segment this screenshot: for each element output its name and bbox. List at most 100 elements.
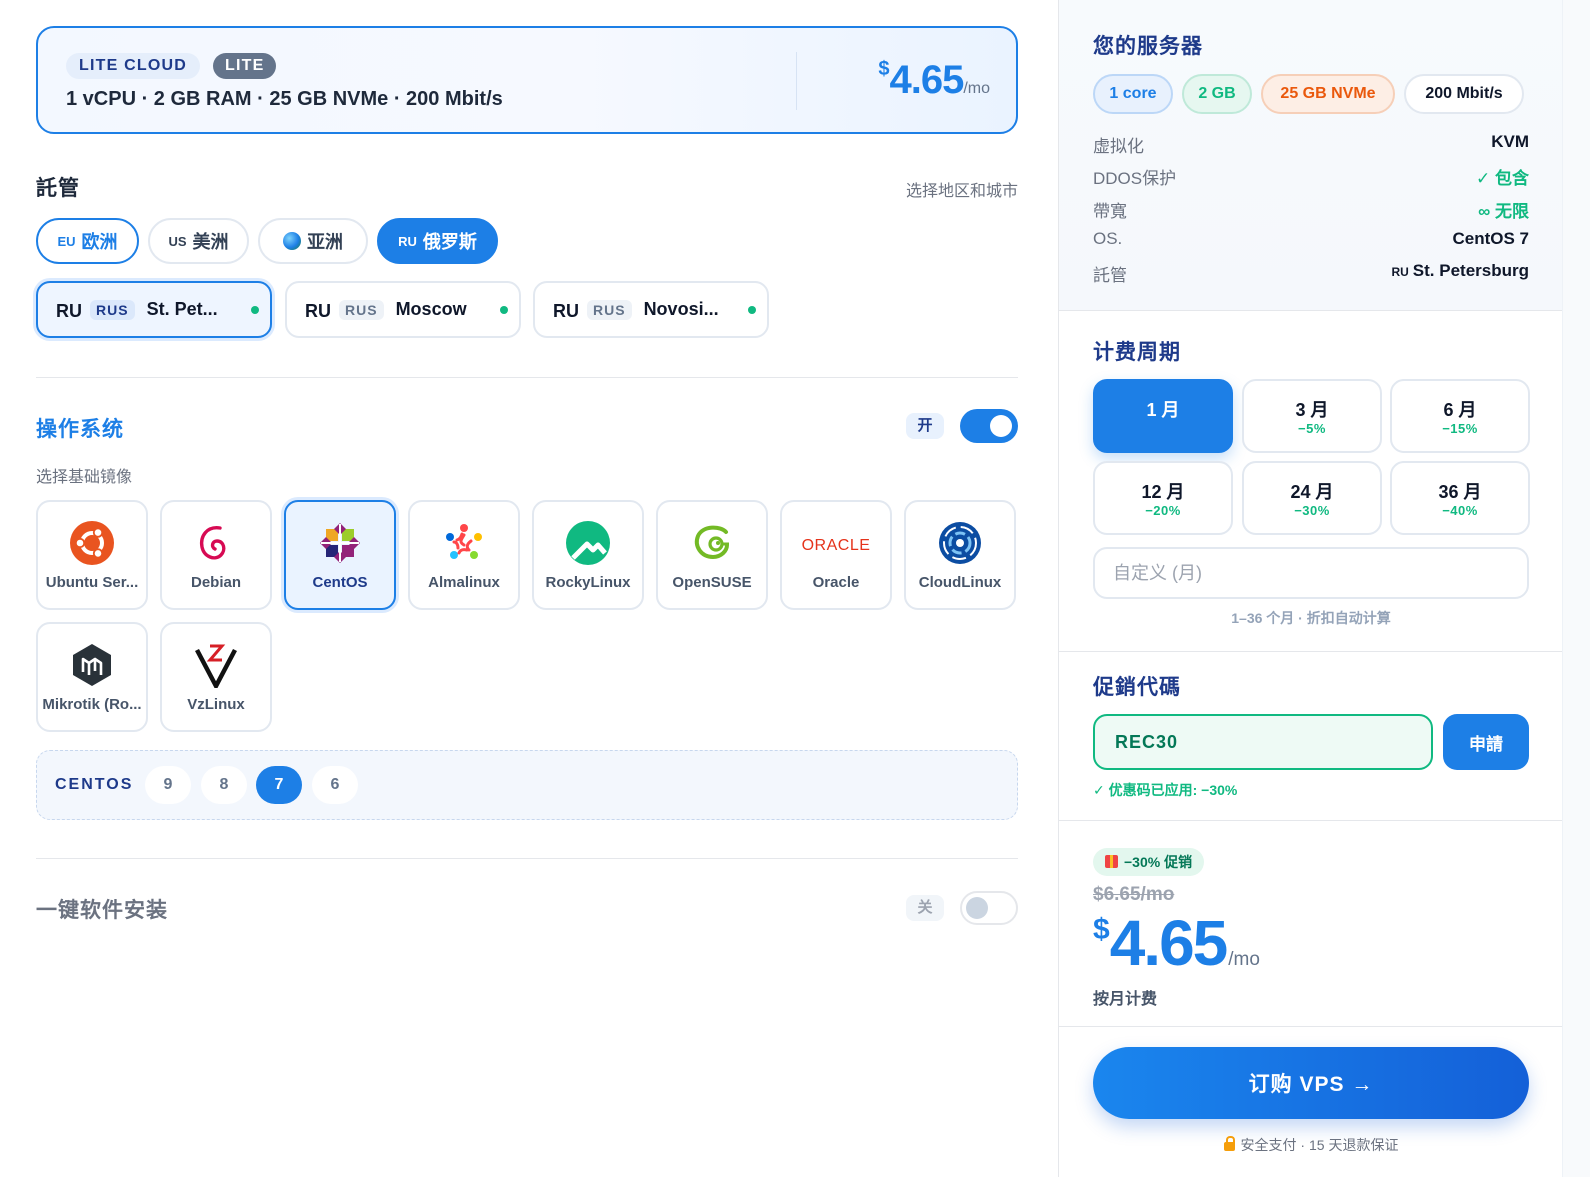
- total-price-amount: 4.65: [1109, 907, 1229, 979]
- os-card-debian[interactable]: Debian: [160, 500, 272, 610]
- term-option-12m[interactable]: 12 月 −20%: [1093, 461, 1233, 535]
- term-option-6m[interactable]: 6 月 −15%: [1390, 379, 1530, 453]
- term-months: 12 月: [1141, 482, 1185, 502]
- term-option-24m[interactable]: 24 月 −30%: [1242, 461, 1382, 535]
- spec-value: ∞ 无限: [1478, 202, 1529, 221]
- term-note: 1–36 个月 · 折扣自动计算: [1231, 610, 1391, 626]
- region-label-us: 美洲: [192, 232, 229, 252]
- city-card-moscow[interactable]: RU RUS Moscow: [285, 281, 521, 338]
- version-chip-9[interactable]: 9: [145, 766, 191, 804]
- term-months: 36 月: [1438, 482, 1482, 502]
- rockylinux-icon: [566, 521, 610, 565]
- almalinux-icon: [446, 524, 482, 559]
- city-badge: RUS: [587, 299, 632, 320]
- region-code-ru: RU: [398, 233, 417, 249]
- section-divider: [36, 858, 1018, 859]
- hosting-hint: 选择地区和城市: [905, 183, 1018, 200]
- version-chip-7[interactable]: 7: [256, 766, 302, 804]
- term-option-1m[interactable]: 1 月: [1093, 379, 1233, 453]
- cloudlinux-icon: [939, 522, 981, 564]
- os-card-cloudlinux[interactable]: CloudLinux: [904, 500, 1016, 610]
- billing-note: 按月计费: [1093, 991, 1158, 1008]
- apply-promo-button[interactable]: 申請: [1443, 714, 1529, 770]
- lock-icon: [1223, 1136, 1235, 1151]
- plan-price: $4.65/mo: [878, 58, 990, 103]
- city-country-code: RU: [305, 301, 331, 321]
- city-card-novosibirsk[interactable]: RU RUS Novosi...: [533, 281, 769, 338]
- spec-row-virtualization: 虚拟化 KVM: [1093, 132, 1529, 156]
- os-label: OpenSUSE: [672, 574, 752, 591]
- term-option-3m[interactable]: 3 月 −5%: [1242, 379, 1382, 453]
- version-chip-8[interactable]: 8: [201, 766, 247, 804]
- city-badge: RUS: [90, 299, 135, 320]
- term-option-36m[interactable]: 36 月 −40%: [1390, 461, 1530, 535]
- os-label: Debian: [190, 574, 241, 591]
- os-card-opensuse[interactable]: OpenSUSE: [656, 500, 768, 610]
- old-price: $6.65/mo: [1093, 884, 1175, 905]
- os-card-mikrotik[interactable]: Mikrotik (Ro...: [36, 622, 148, 732]
- custom-term-input[interactable]: [1093, 547, 1529, 599]
- os-label: Mikrotik (Ro...: [42, 696, 142, 713]
- region-code-eu: EU: [57, 233, 76, 249]
- promo-title: 促銷代碼: [1093, 676, 1181, 699]
- os-label: Almalinux: [428, 574, 500, 591]
- term-discount: −5%: [1298, 421, 1326, 436]
- mikrotik-icon: [73, 644, 111, 686]
- os-toggle[interactable]: [960, 409, 1018, 443]
- software-toggle-label: 关: [906, 895, 944, 921]
- promo-code-input[interactable]: [1093, 714, 1433, 770]
- plan-price-period: /mo: [963, 80, 990, 97]
- discount-badge-label: −30% 促销: [1124, 854, 1193, 870]
- spec-chip-bandwidth: 200 Mbit/s: [1404, 74, 1524, 114]
- city-name: Novosi...: [643, 299, 719, 319]
- spec-chip-cpu: 1 core: [1093, 74, 1173, 114]
- region-tab-us[interactable]: US 美洲: [148, 218, 249, 264]
- term-months: 6 月: [1443, 400, 1477, 420]
- os-card-vzlinux[interactable]: VzLinux: [160, 622, 272, 732]
- city-card-st-petersburg[interactable]: RU RUS St. Pet...: [36, 281, 272, 338]
- opensuse-icon: [694, 525, 729, 560]
- plan-divider: [796, 52, 797, 110]
- summary-title: 您的服务器: [1093, 35, 1203, 58]
- scrollbar-track[interactable]: [1562, 0, 1590, 1177]
- os-label: CentOS: [312, 574, 368, 591]
- spec-row-ddos: DDOS保护 ✓ 包含: [1093, 164, 1529, 188]
- os-card-centos[interactable]: CentOS: [284, 500, 396, 610]
- spec-chip-ram: 2 GB: [1182, 74, 1252, 114]
- os-card-rockylinux[interactable]: RockyLinux: [532, 500, 644, 610]
- version-chip-6[interactable]: 6: [312, 766, 358, 804]
- spec-value: CentOS 7: [1452, 229, 1529, 248]
- order-vps-button[interactable]: 订购 VPS →: [1093, 1047, 1529, 1119]
- toggle-knob: [966, 897, 988, 919]
- os-card-oracle[interactable]: ORACLE Oracle: [780, 500, 892, 610]
- region-tab-asia[interactable]: 亚洲: [258, 218, 368, 264]
- section-divider: [1059, 651, 1563, 652]
- city-badge: RUS: [339, 299, 384, 320]
- version-selector: CENTOS 9 8 7 6: [36, 750, 1018, 820]
- os-card-ubuntu[interactable]: Ubuntu Ser...: [36, 500, 148, 610]
- region-label-asia: 亚洲: [307, 232, 343, 252]
- debian-icon: [199, 526, 226, 560]
- section-divider: [36, 377, 1018, 378]
- os-card-almalinux[interactable]: Almalinux: [408, 500, 520, 610]
- city-country-code: RU: [56, 301, 82, 321]
- term-months: 24 月: [1290, 482, 1334, 502]
- spec-value-wrap: RU St. Petersburg: [1391, 261, 1529, 281]
- toggle-knob: [990, 415, 1012, 437]
- online-status-dot: [747, 305, 756, 314]
- region-label-eu: 欧洲: [81, 232, 118, 252]
- region-tab-ru[interactable]: RU 俄罗斯: [377, 218, 498, 264]
- globe-icon: [283, 232, 301, 250]
- software-toggle[interactable]: [960, 891, 1018, 925]
- city-country-code: RU: [553, 301, 579, 321]
- promo-status: ✓ 优惠码已应用: −30%: [1093, 782, 1238, 798]
- section-divider: [1059, 310, 1563, 311]
- region-code-us: US: [168, 233, 187, 249]
- online-status-dot: [499, 305, 508, 314]
- spec-key: 虚拟化: [1093, 137, 1144, 156]
- os-toggle-label: 开: [906, 413, 944, 439]
- spec-key: DDOS保护: [1093, 169, 1177, 188]
- region-tab-eu[interactable]: EU 欧洲: [36, 218, 139, 264]
- spec-key: 帶寬: [1093, 202, 1127, 221]
- spec-row-location: 託管 RU St. Petersburg: [1093, 261, 1529, 285]
